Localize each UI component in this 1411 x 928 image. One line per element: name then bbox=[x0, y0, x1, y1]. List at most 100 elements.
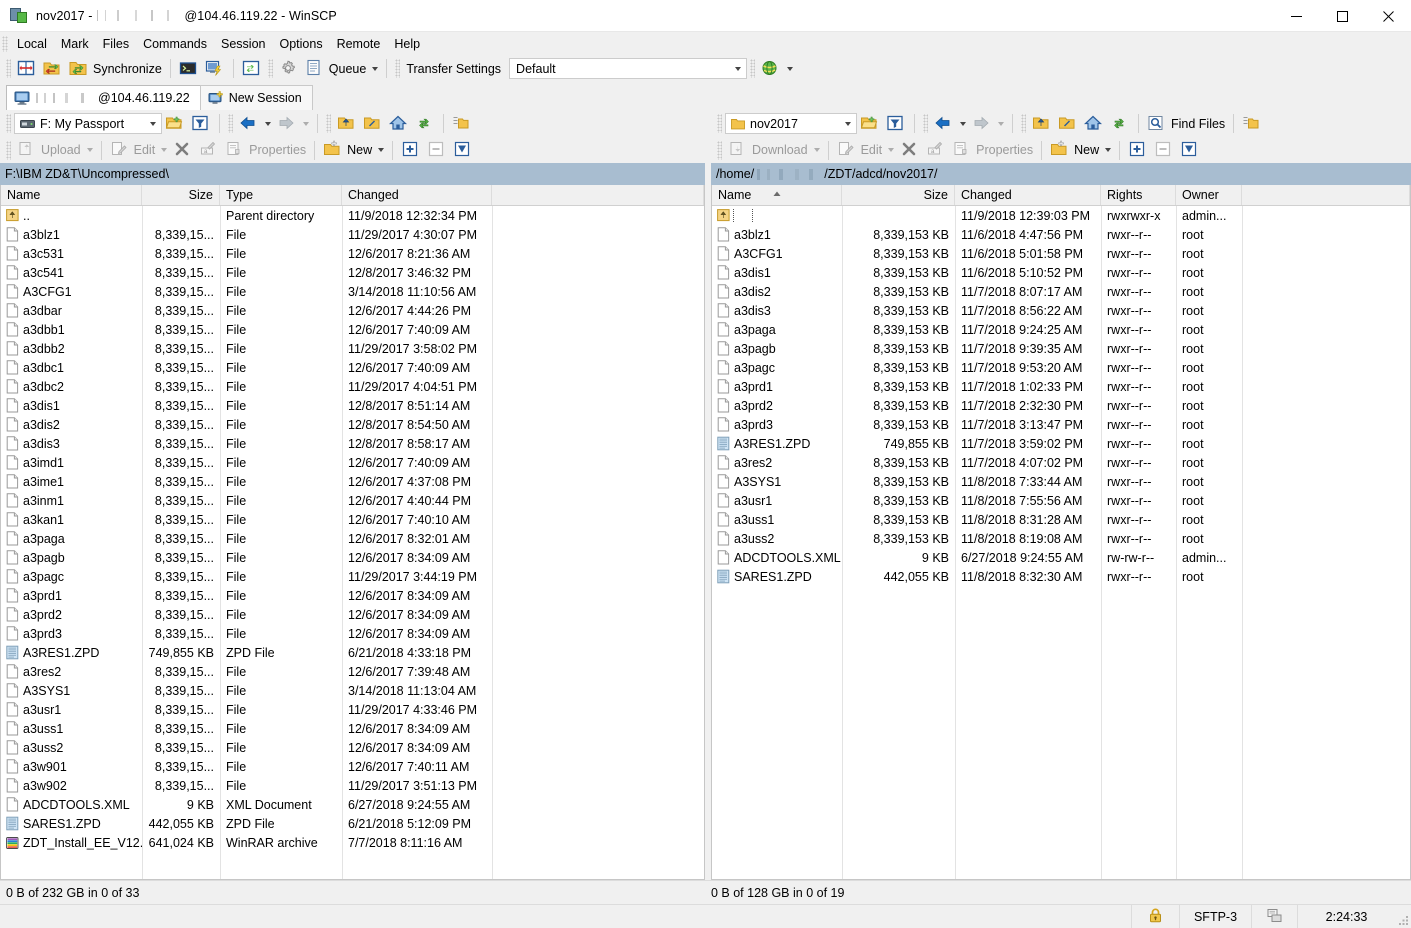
toolbar-grip-icon[interactable] bbox=[717, 114, 722, 133]
table-row[interactable]: A3SYS1 8,339,15... File 3/14/2018 11:13:04 … bbox=[1, 681, 704, 700]
remote-home-directory-button[interactable] bbox=[1081, 112, 1107, 136]
local-back-button[interactable] bbox=[236, 112, 274, 136]
toolbar-grip-icon[interactable] bbox=[923, 114, 928, 133]
remote-col-name[interactable]: Name bbox=[712, 185, 842, 205]
toolbar-grip-icon[interactable] bbox=[6, 114, 11, 133]
session-tab[interactable]: @104.46.119.22 bbox=[6, 85, 201, 110]
remote-path-bar[interactable]: /home/ /ZDT/adcd/nov2017/ bbox=[711, 163, 1411, 185]
synchronize-browsing-button[interactable] bbox=[14, 57, 40, 81]
local-open-directory-button[interactable] bbox=[162, 112, 188, 136]
table-row[interactable]: ADCDTOOLS.XML 9 KB XML Document 6/27/2018 9… bbox=[1, 795, 704, 814]
remote-list-rows[interactable]: 11/9/2018 12:39:03 PM rwxrwxr-x admin... a3… bbox=[712, 206, 1410, 879]
local-bookmark-button[interactable] bbox=[449, 112, 475, 136]
table-row[interactable]: a3dis1 8,339,153 KB 11/6/2018 5:10:52 PM rw… bbox=[712, 263, 1410, 282]
table-row[interactable]: a3dis1 8,339,15... File 12/8/2017 8:51:14 A… bbox=[1, 396, 704, 415]
local-col-name[interactable]: Name bbox=[1, 185, 142, 205]
table-row[interactable]: a3dis3 8,339,15... File 12/8/2017 8:58:17 A… bbox=[1, 434, 704, 453]
chevron-down-icon[interactable] bbox=[378, 148, 385, 152]
table-row[interactable]: a3res2 8,339,153 KB 11/7/2018 4:07:02 PM rw… bbox=[712, 453, 1410, 472]
table-row[interactable]: a3uss2 8,339,15... File 12/6/2017 8:34:09 A… bbox=[1, 738, 704, 757]
toolbar-grip-icon[interactable] bbox=[228, 114, 233, 133]
menu-grip-icon[interactable] bbox=[2, 35, 8, 52]
synchronize-directories-button[interactable] bbox=[40, 57, 66, 81]
remote-col-size[interactable]: Size bbox=[842, 185, 955, 205]
chevron-down-icon[interactable] bbox=[1105, 148, 1112, 152]
transfer-settings-combo[interactable]: Default bbox=[509, 58, 748, 79]
table-row[interactable]: a3kan1 8,339,15... File 12/6/2017 7:40:10 A… bbox=[1, 510, 704, 529]
new-session-tab[interactable]: New Session bbox=[199, 85, 313, 110]
remote-root-directory-button[interactable] bbox=[1055, 112, 1081, 136]
table-row[interactable]: a3paga 8,339,153 KB 11/7/2018 9:24:25 AM rw… bbox=[712, 320, 1410, 339]
table-row[interactable]: A3CFG1 8,339,15... File 3/14/2018 11:10:56 … bbox=[1, 282, 704, 301]
table-row[interactable]: a3c531 8,339,15... File 12/6/2017 8:21:36 A… bbox=[1, 244, 704, 263]
table-row[interactable]: a3ime1 8,339,15... File 12/6/2017 4:37:08 P… bbox=[1, 472, 704, 491]
table-row[interactable]: a3blz1 8,339,153 KB 11/6/2018 4:47:56 PM rw… bbox=[712, 225, 1410, 244]
menu-session[interactable]: Session bbox=[214, 35, 272, 53]
local-col-type[interactable]: Type bbox=[220, 185, 342, 205]
chevron-down-icon[interactable] bbox=[145, 115, 159, 132]
menu-mark[interactable]: Mark bbox=[54, 35, 96, 53]
local-col-changed[interactable]: Changed bbox=[342, 185, 492, 205]
table-row[interactable]: a3dbar 8,339,15... File 12/6/2017 4:44:26 P… bbox=[1, 301, 704, 320]
table-row[interactable]: a3blz1 8,339,15... File 11/29/2017 4:30:07 … bbox=[1, 225, 704, 244]
table-row[interactable]: a3dbb1 8,339,15... File 12/6/2017 7:40:09 A… bbox=[1, 320, 704, 339]
toolbar-grip-icon[interactable] bbox=[267, 59, 273, 78]
local-drive-combo[interactable]: F: My Passport bbox=[14, 113, 162, 134]
toolbar-grip-icon[interactable] bbox=[1021, 114, 1026, 133]
table-row[interactable]: a3res2 8,339,15... File 12/6/2017 7:39:48 A… bbox=[1, 662, 704, 681]
menu-local[interactable]: Local bbox=[10, 35, 54, 53]
secure-connection-indicator[interactable] bbox=[1131, 905, 1179, 928]
toolbar-grip-icon[interactable] bbox=[6, 140, 11, 160]
remote-invert-selection-button[interactable] bbox=[1177, 138, 1203, 162]
remote-bookmark-button[interactable] bbox=[1239, 112, 1265, 136]
menu-options[interactable]: Options bbox=[272, 35, 329, 53]
local-home-directory-button[interactable] bbox=[386, 112, 412, 136]
chevron-down-icon[interactable] bbox=[787, 66, 794, 71]
table-row[interactable]: .. Parent directory 11/9/2018 12:32:34 PM bbox=[1, 206, 704, 225]
menu-files[interactable]: Files bbox=[96, 35, 136, 53]
table-row[interactable]: A3RES1.ZPD 749,855 KB 11/7/2018 3:59:02 PM… bbox=[712, 434, 1410, 453]
table-row[interactable]: a3pagb 8,339,153 KB 11/7/2018 9:39:35 AM rw… bbox=[712, 339, 1410, 358]
table-row[interactable]: a3dbc2 8,339,15... File 11/29/2017 4:04:51 … bbox=[1, 377, 704, 396]
remote-back-button[interactable] bbox=[931, 112, 969, 136]
chevron-down-icon[interactable] bbox=[729, 60, 744, 77]
open-terminal-button[interactable] bbox=[176, 57, 202, 81]
remote-new-button[interactable]: New bbox=[1047, 138, 1114, 162]
find-files-button[interactable]: Find Files bbox=[1144, 112, 1228, 136]
table-row[interactable]: a3pagb 8,339,15... File 12/6/2017 8:34:09 A… bbox=[1, 548, 704, 567]
menu-commands[interactable]: Commands bbox=[136, 35, 214, 53]
toolbar-grip-icon[interactable] bbox=[326, 114, 331, 133]
chevron-down-icon[interactable] bbox=[840, 115, 854, 132]
table-row[interactable]: a3dis3 8,339,153 KB 11/7/2018 8:56:22 AM rw… bbox=[712, 301, 1410, 320]
keep-remote-up-to-date-button[interactable] bbox=[239, 57, 265, 81]
table-row[interactable]: a3imd1 8,339,15... File 12/6/2017 7:40:09 A… bbox=[1, 453, 704, 472]
table-row[interactable]: a3pagc 8,339,15... File 11/29/2017 3:44:19 … bbox=[1, 567, 704, 586]
remote-col-rights[interactable]: Rights bbox=[1101, 185, 1176, 205]
table-row[interactable]: a3prd2 8,339,153 KB 11/7/2018 2:32:30 PM rw… bbox=[712, 396, 1410, 415]
toolbar-grip-icon[interactable] bbox=[395, 59, 401, 78]
table-row[interactable]: a3dis2 8,339,153 KB 11/7/2018 8:07:17 AM rw… bbox=[712, 282, 1410, 301]
resize-grip-icon[interactable] bbox=[1395, 905, 1411, 928]
table-row[interactable]: a3prd2 8,339,15... File 12/6/2017 8:34:09 A… bbox=[1, 605, 704, 624]
local-col-size[interactable]: Size bbox=[142, 185, 220, 205]
table-row[interactable]: a3usr1 8,339,153 KB 11/8/2018 7:55:56 AM rw… bbox=[712, 491, 1410, 510]
table-row[interactable]: a3c541 8,339,15... File 12/8/2017 3:46:32 P… bbox=[1, 263, 704, 282]
toolbar-grip-icon[interactable] bbox=[717, 140, 722, 160]
table-row[interactable]: a3prd1 8,339,15... File 12/6/2017 8:34:09 A… bbox=[1, 586, 704, 605]
queue-button[interactable]: Queue bbox=[302, 57, 382, 81]
remote-parent-directory-button[interactable] bbox=[1029, 112, 1055, 136]
toolbar-grip-icon[interactable] bbox=[750, 59, 756, 78]
table-row[interactable]: a3dbb2 8,339,15... File 11/29/2017 3:58:02 … bbox=[1, 339, 704, 358]
table-row[interactable]: a3dis2 8,339,15... File 12/8/2017 8:54:50 A… bbox=[1, 415, 704, 434]
table-row[interactable]: A3RES1.ZPD 749,855 KB ZPD File 6/21/2018 4:… bbox=[1, 643, 704, 662]
table-row[interactable]: a3uss1 8,339,15... File 12/6/2017 8:34:09 A… bbox=[1, 719, 704, 738]
select-all-button[interactable] bbox=[398, 138, 424, 162]
table-row[interactable]: ADCDTOOLS.XML 9 KB 6/27/2018 9:24:55 AM rw-… bbox=[712, 548, 1410, 567]
local-refresh-button[interactable] bbox=[412, 112, 438, 136]
table-row[interactable]: A3SYS1 8,339,153 KB 11/8/2018 7:33:44 AM rw… bbox=[712, 472, 1410, 491]
toolbar-grip-icon[interactable] bbox=[6, 59, 11, 78]
remote-col-owner[interactable]: Owner bbox=[1176, 185, 1242, 205]
remote-open-directory-button[interactable] bbox=[857, 112, 883, 136]
table-row[interactable]: a3usr1 8,339,15... File 11/29/2017 4:33:46 … bbox=[1, 700, 704, 719]
menu-help[interactable]: Help bbox=[387, 35, 427, 53]
